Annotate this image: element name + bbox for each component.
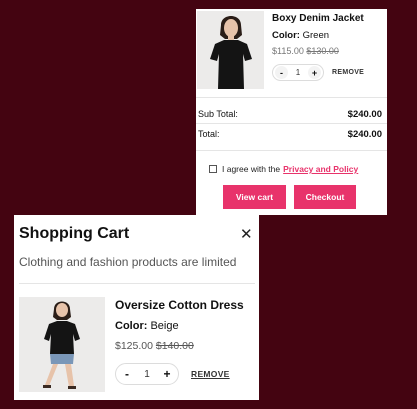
increase-quantity-button[interactable]: + (308, 66, 321, 79)
checkout-button[interactable]: Checkout (294, 185, 356, 209)
agree-text: I agree with the (222, 164, 281, 174)
current-price: $125.00 (115, 340, 153, 352)
color-value: Green (302, 30, 330, 41)
divider (196, 123, 387, 124)
terms-agreement: I agree with the Privacy and Policy (209, 164, 358, 174)
product-image-boxy-denim-jacket[interactable] (197, 11, 264, 89)
subtotal-value: $240.00 (347, 109, 382, 120)
shopping-cart-panel: Shopping Cart ✕ Clothing and fashion pro… (14, 215, 259, 400)
cart-title: Shopping Cart (19, 225, 130, 242)
product-price: $125.00 $140.00 (115, 340, 194, 352)
model-photo (197, 11, 264, 89)
decrease-quantity-button[interactable]: - (275, 66, 288, 79)
color-label: Color: (272, 30, 300, 41)
remove-item-button[interactable]: REMOVE (191, 369, 230, 379)
mini-cart-panel: Boxy Denim Jacket Color: Green $115.00 $… (196, 9, 387, 215)
cart-subtitle: Clothing and fashion products are limite… (19, 255, 237, 269)
total-label: Total: (198, 129, 220, 139)
quantity-stepper[interactable]: - 1 + (272, 64, 324, 81)
divider (19, 283, 255, 284)
color-value: Beige (150, 320, 179, 332)
product-image-oversize-cotton-dress[interactable] (19, 297, 105, 392)
product-name[interactable]: Boxy Denim Jacket (272, 13, 364, 24)
color-label: Color: (115, 320, 148, 332)
close-icon[interactable]: ✕ (240, 225, 253, 243)
remove-item-button[interactable]: REMOVE (332, 69, 364, 76)
product-name[interactable]: Oversize Cotton Dress (115, 298, 244, 312)
checkbox-icon[interactable] (209, 165, 217, 173)
product-color: Color: Green (272, 30, 329, 41)
total-value: $240.00 (347, 129, 382, 140)
divider (196, 97, 387, 98)
quantity-value[interactable]: 1 (288, 68, 308, 77)
current-price: $115.00 (272, 46, 304, 56)
product-price: $115.00 $130.00 (272, 46, 339, 56)
decrease-quantity-button[interactable]: - (118, 365, 136, 383)
old-price: $140.00 (155, 340, 194, 352)
increase-quantity-button[interactable]: + (158, 365, 176, 383)
quantity-stepper[interactable]: - 1 + (115, 363, 179, 385)
total-row: Total: $240.00 (198, 129, 382, 140)
view-cart-button[interactable]: View cart (223, 185, 286, 209)
subtotal-row: Sub Total: $240.00 (198, 109, 382, 120)
privacy-policy-link[interactable]: Privacy and Policy (283, 164, 358, 174)
product-color: Color: Beige (115, 320, 179, 332)
old-price: $130.00 (306, 46, 339, 56)
model-photo (19, 297, 105, 392)
subtotal-label: Sub Total: (198, 109, 238, 119)
divider (196, 150, 387, 151)
quantity-value[interactable]: 1 (136, 369, 158, 380)
